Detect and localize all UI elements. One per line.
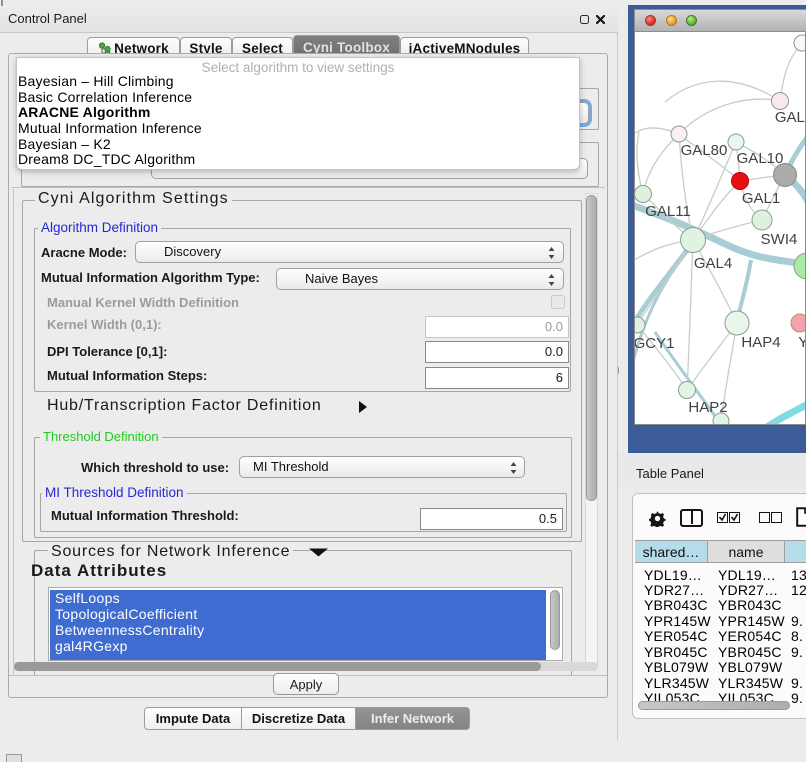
svg-text:GAL80: GAL80: [681, 142, 728, 159]
svg-text:GAL4: GAL4: [694, 255, 732, 272]
svg-text:YJ: YJ: [798, 334, 805, 351]
svg-text:GAL10: GAL10: [737, 150, 784, 167]
svg-text:HAP4: HAP4: [741, 334, 780, 351]
svg-text:SWI4: SWI4: [761, 231, 798, 248]
svg-text:GAL1: GAL1: [742, 190, 780, 207]
svg-text:GAL11: GAL11: [645, 203, 691, 220]
svg-text:GAL2: GAL2: [775, 109, 805, 126]
svg-text:GCY1: GCY1: [635, 335, 674, 352]
svg-text:HAP2: HAP2: [688, 399, 727, 416]
